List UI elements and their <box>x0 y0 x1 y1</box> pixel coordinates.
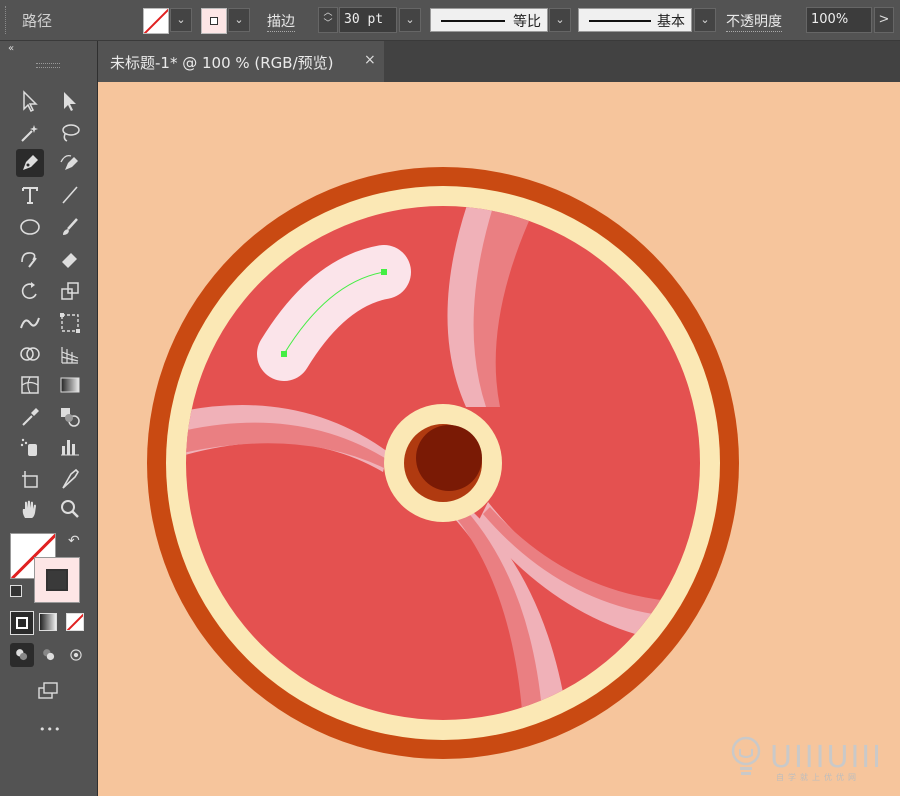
watermark-subtext: 自学就上优优网 <box>776 773 860 782</box>
change-screen-mode-icon[interactable] <box>34 677 62 705</box>
perspective-grid-tool-icon[interactable] <box>56 341 84 369</box>
stroke-swatch[interactable] <box>201 8 227 34</box>
paintbrush-tool-icon[interactable] <box>56 213 84 241</box>
brush-line-preview <box>589 20 651 22</box>
swap-fill-stroke-icon[interactable]: ↶ <box>68 533 80 549</box>
slice-tool-icon[interactable] <box>56 465 84 493</box>
document-tab-title: 未标题-1* @ 100 % (RGB/预览) <box>110 54 334 72</box>
bone-center <box>416 425 482 491</box>
control-bar: 路径 ⌄ ⌄ 描边 ︿ ﹀ 30 pt ⌄ 等比 ⌄ 基本 ⌄ 不透明度 100%… <box>0 0 900 41</box>
document-tab[interactable]: 未标题-1* @ 100 % (RGB/预览) × <box>98 41 384 82</box>
fill-swatch[interactable] <box>143 8 169 34</box>
color-mode-icon[interactable] <box>10 611 34 635</box>
hand-tool-icon[interactable] <box>16 495 44 523</box>
eraser-tool-icon[interactable] <box>56 245 84 273</box>
scale-tool-icon[interactable] <box>56 277 84 305</box>
stroke-weight-input[interactable]: 30 pt <box>339 7 397 33</box>
variable-width-profile-label: 等比 <box>513 14 541 30</box>
stroke-weight-dropdown[interactable]: ⌄ <box>399 8 421 32</box>
control-bar-grip[interactable] <box>5 6 9 34</box>
column-graph-tool-icon[interactable] <box>56 433 84 461</box>
gradient-tool-icon[interactable] <box>56 371 84 399</box>
close-tab-icon[interactable]: × <box>364 52 376 68</box>
opacity-input[interactable]: 100% <box>806 7 872 33</box>
selection-type-label: 路径 <box>22 12 53 30</box>
ham-illustration <box>147 167 739 759</box>
brush-definition-select[interactable]: 基本 <box>578 8 692 32</box>
variable-width-profile-dropdown[interactable]: ⌄ <box>549 8 571 32</box>
shaper-tool-icon[interactable] <box>16 245 44 273</box>
free-transform-tool-icon[interactable] <box>56 309 84 337</box>
symbol-sprayer-tool-icon[interactable] <box>16 433 44 461</box>
magic-wand-tool-icon[interactable] <box>16 119 44 147</box>
direct-selection-tool-icon[interactable] <box>56 87 84 115</box>
draw-normal-icon[interactable] <box>10 643 34 667</box>
document-tab-bar: 未标题-1* @ 100 % (RGB/预览) × <box>98 41 900 82</box>
curvature-tool-icon[interactable] <box>56 149 84 177</box>
tools-panel: « ↶ ••• <box>0 41 99 796</box>
none-mode-icon[interactable] <box>64 611 86 633</box>
stroke-color-box-icon[interactable] <box>34 557 80 603</box>
blend-tool-icon[interactable] <box>56 403 84 431</box>
opacity-expand-button[interactable]: > <box>874 7 894 33</box>
watermark-logo-text: UIIIUIII <box>770 740 884 775</box>
collapse-panel-icon[interactable]: « <box>8 43 14 54</box>
shape-builder-tool-icon[interactable] <box>16 341 44 369</box>
gradient-mode-icon[interactable] <box>37 611 59 633</box>
mesh-tool-icon[interactable] <box>16 371 44 399</box>
pen-tool-icon[interactable] <box>16 149 44 177</box>
brush-definition-label: 基本 <box>657 14 685 30</box>
fill-dropdown[interactable]: ⌄ <box>170 8 192 32</box>
rotate-tool-icon[interactable] <box>16 277 44 305</box>
stroke-color-dropdown[interactable]: ⌄ <box>228 8 250 32</box>
stroke-label[interactable]: 描边 <box>267 11 295 32</box>
fill-stroke-widget: ↶ <box>10 533 86 603</box>
stroke-weight-stepper[interactable]: ︿ ﹀ <box>318 7 338 33</box>
variable-width-profile-select[interactable]: 等比 <box>430 8 548 32</box>
profile-line-preview <box>441 20 505 22</box>
artboard-tool-icon[interactable] <box>16 465 44 493</box>
anchor-point-end[interactable] <box>381 269 387 275</box>
draw-behind-icon[interactable] <box>37 643 61 667</box>
selection-tool-icon[interactable] <box>16 87 44 115</box>
edit-toolbar-icon[interactable]: ••• <box>39 723 61 736</box>
line-segment-tool-icon[interactable] <box>56 181 84 209</box>
opacity-label[interactable]: 不透明度 <box>726 11 782 32</box>
lasso-tool-icon[interactable] <box>56 119 84 147</box>
zoom-tool-icon[interactable] <box>56 495 84 523</box>
ellipse-tool-icon[interactable] <box>16 213 44 241</box>
lightbulb-logo-icon <box>731 736 761 775</box>
draw-inside-icon[interactable] <box>64 643 88 667</box>
type-tool-icon[interactable] <box>16 181 44 209</box>
default-fill-stroke-icon[interactable] <box>10 585 22 597</box>
panel-grip[interactable] <box>36 63 60 68</box>
anchor-point-start[interactable] <box>281 351 287 357</box>
artboard-canvas[interactable] <box>98 82 900 796</box>
eyedropper-tool-icon[interactable] <box>16 403 44 431</box>
width-tool-icon[interactable] <box>16 309 44 337</box>
brush-definition-dropdown[interactable]: ⌄ <box>694 8 716 32</box>
